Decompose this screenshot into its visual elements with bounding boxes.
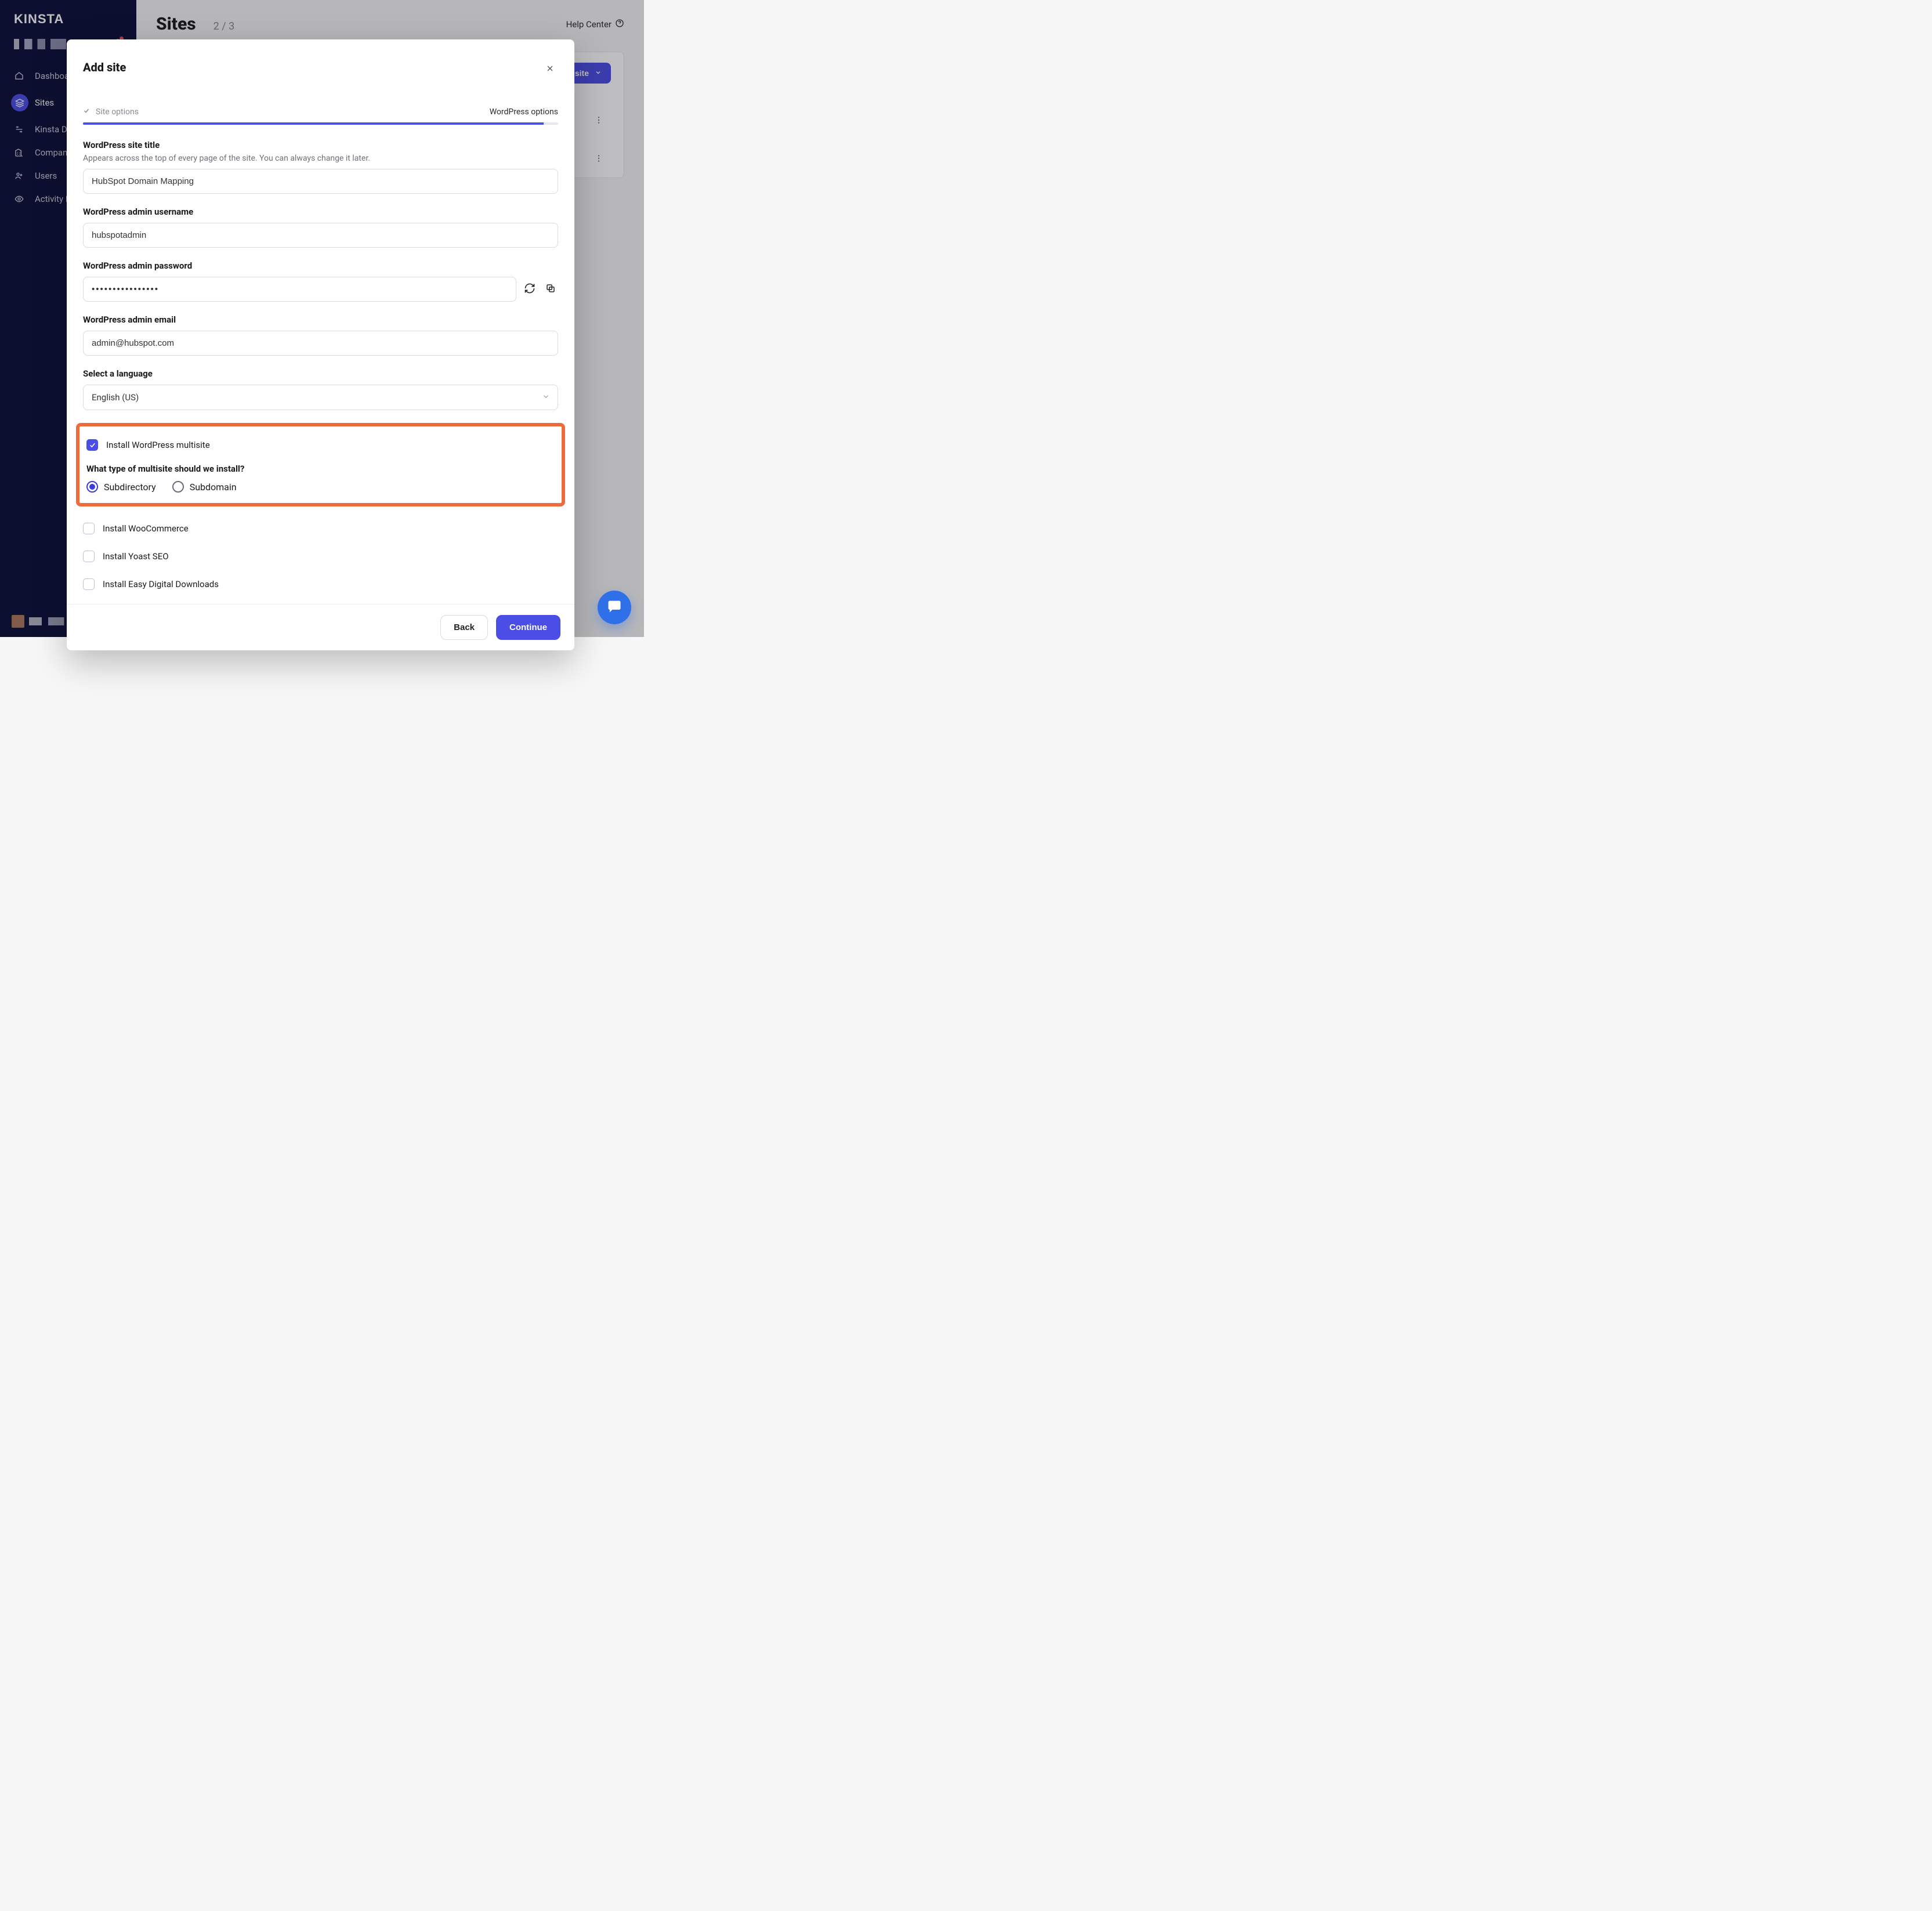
label-language: Select a language bbox=[83, 368, 558, 379]
radio-subdomain[interactable]: Subdomain bbox=[172, 481, 237, 493]
back-button[interactable]: Back bbox=[440, 615, 488, 640]
step-completed: Site options bbox=[83, 107, 139, 117]
add-site-modal: Add site Site options WordPress options … bbox=[67, 39, 574, 650]
checkbox-yoast-label: Install Yoast SEO bbox=[103, 551, 169, 562]
step-completed-label: Site options bbox=[96, 107, 139, 117]
intercom-launcher[interactable] bbox=[598, 591, 631, 624]
checkbox-edd-label: Install Easy Digital Downloads bbox=[103, 579, 219, 589]
modal-header: Add site bbox=[67, 39, 574, 84]
input-admin-password[interactable] bbox=[83, 277, 516, 302]
input-admin-email[interactable] bbox=[83, 331, 558, 356]
modal-body: WordPress site title Appears across the … bbox=[67, 125, 574, 604]
close-icon bbox=[545, 64, 555, 75]
select-language[interactable]: English (US) bbox=[83, 385, 558, 410]
modal-footer: Back Continue bbox=[67, 604, 574, 650]
input-site-title[interactable] bbox=[83, 169, 558, 194]
refresh-icon bbox=[524, 283, 536, 296]
radio-subdirectory-label: Subdirectory bbox=[104, 482, 156, 493]
checkbox-edd[interactable] bbox=[83, 578, 95, 590]
checkbox-woocommerce[interactable] bbox=[83, 523, 95, 534]
label-admin-email: WordPress admin email bbox=[83, 314, 558, 325]
multisite-type-radios: Subdirectory Subdomain bbox=[86, 481, 555, 493]
checkbox-woocommerce-row[interactable]: Install WooCommerce bbox=[83, 515, 558, 542]
radio-subdirectory[interactable]: Subdirectory bbox=[86, 481, 156, 493]
stepper: Site options WordPress options bbox=[67, 84, 574, 120]
continue-button[interactable]: Continue bbox=[496, 615, 560, 640]
field-admin-email: WordPress admin email bbox=[83, 314, 558, 356]
step-current-label: WordPress options bbox=[490, 107, 558, 117]
radio-subdomain-label: Subdomain bbox=[190, 482, 237, 493]
label-site-title: WordPress site title bbox=[83, 140, 558, 150]
hint-site-title: Appears across the top of every page of … bbox=[83, 154, 558, 163]
close-button[interactable] bbox=[542, 60, 558, 79]
field-site-title: WordPress site title Appears across the … bbox=[83, 140, 558, 194]
checkbox-edd-row[interactable]: Install Easy Digital Downloads bbox=[83, 570, 558, 598]
modal-title: Add site bbox=[83, 60, 126, 74]
copy-icon bbox=[545, 283, 556, 295]
check-icon bbox=[83, 107, 90, 117]
checkbox-multisite[interactable] bbox=[86, 439, 98, 451]
intercom-icon bbox=[606, 598, 623, 617]
field-admin-username: WordPress admin username bbox=[83, 207, 558, 248]
copy-password-button[interactable] bbox=[543, 282, 558, 297]
label-admin-password: WordPress admin password bbox=[83, 260, 558, 271]
label-admin-username: WordPress admin username bbox=[83, 207, 558, 217]
field-language: Select a language English (US) bbox=[83, 368, 558, 410]
regenerate-password-button[interactable] bbox=[522, 282, 537, 297]
checkbox-woocommerce-label: Install WooCommerce bbox=[103, 523, 189, 534]
checkbox-yoast[interactable] bbox=[83, 551, 95, 562]
field-admin-password: WordPress admin password bbox=[83, 260, 558, 302]
multisite-type-question: What type of multisite should we install… bbox=[86, 464, 555, 474]
input-admin-username[interactable] bbox=[83, 223, 558, 248]
checkbox-yoast-row[interactable]: Install Yoast SEO bbox=[83, 542, 558, 570]
checkbox-multisite-row[interactable]: Install WordPress multisite bbox=[86, 435, 555, 455]
checkbox-multisite-label: Install WordPress multisite bbox=[106, 440, 210, 450]
multisite-highlight-box: Install WordPress multisite What type of… bbox=[76, 423, 565, 506]
